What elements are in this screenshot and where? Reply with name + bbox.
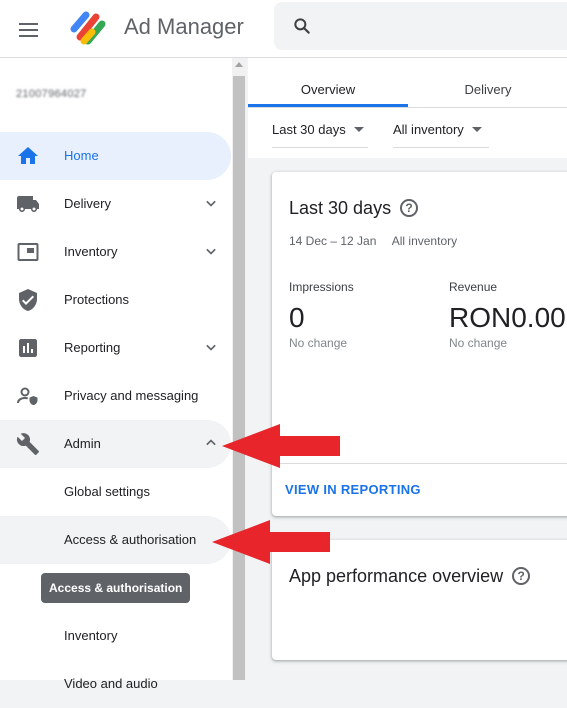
shield-icon [19,289,37,311]
sidebar-item-inventory[interactable]: Inventory [0,228,231,276]
sidebar-item-label: Inventory [64,244,118,259]
network-id: 21007964027 [16,88,87,100]
annotation-arrow-access [212,520,330,564]
metric-impressions: Impressions 0 No change [289,280,354,350]
sidebar-subitem-access-authorisation[interactable]: Access & authorisation [0,516,231,564]
chevron-down-icon[interactable] [201,193,221,213]
help-icon[interactable]: ? [512,567,531,585]
view-in-reporting-link[interactable]: VIEW IN REPORTING [285,482,421,497]
top-app-bar: Ad Manager [0,0,567,58]
metric-label: Impressions [289,280,354,294]
metric-value: 0 [289,302,305,333]
card-inventory: All inventory [391,234,458,248]
card-title: Last 30 days ? [289,198,419,219]
metric-change: No change [449,336,508,350]
app-title: Ad Manager [124,14,244,39]
tab-delivery[interactable]: Delivery [408,58,567,108]
sidebar-subitem-global-settings[interactable]: Global settings [0,468,231,516]
metric-revenue: Revenue RON0.00 No change [449,280,566,350]
sidebar-item-label: Home [64,148,99,163]
search-bar[interactable] [274,2,567,50]
scroll-up-arrow-icon[interactable] [235,62,243,67]
tab-bar: Overview Delivery [248,58,567,108]
home-icon [18,147,38,164]
sidebar-item-label: Reporting [64,340,121,355]
metric-value: RON0.00 [449,302,566,333]
sidebar-item-admin[interactable]: Admin [0,420,231,468]
card-title-text: App performance overview [289,566,504,586]
search-icon [294,18,310,34]
dropdown-caret-icon [471,127,482,132]
help-icon[interactable]: ? [400,199,419,217]
filter-bar: Last 30 days All inventory [248,108,567,158]
inventory-icon [17,243,39,261]
metric-change: No change [289,336,348,350]
sidebar-item-label: Privacy and messaging [64,388,199,403]
sidebar-item-protections[interactable]: Protections [0,276,231,324]
tooltip: Access & authorisation [41,573,191,603]
sidebar-item-privacy-and-messaging[interactable]: Privacy and messaging [0,372,231,420]
sidebar-item-label: Inventory [64,628,118,643]
sidebar-item-label: Access & authorisation [64,532,197,547]
sidebar-item-label: Global settings [64,484,150,499]
annotation-arrow-admin [222,424,340,468]
sidebar-item-label: Delivery [64,196,111,211]
sidebar-item-label: Video and audio [64,676,158,691]
date-range-value: Last 30 days [272,122,346,137]
sidebar-scrollbar-thumb[interactable] [233,76,245,680]
inventory-value: All inventory [393,122,464,137]
wrench-icon [16,433,39,455]
ad-manager-logo [70,11,106,45]
person-shield-icon [17,387,38,406]
card-title: App performance overview ? [289,566,531,587]
active-tab-indicator [248,104,408,107]
sidebar-item-delivery[interactable]: Delivery [0,180,231,228]
chevron-down-icon[interactable] [201,241,221,261]
date-span: 14 Dec – 12 Jan [289,234,377,248]
inventory-dropdown[interactable]: All inventory [393,122,489,148]
tab-overview[interactable]: Overview [248,58,408,108]
card-title-text: Last 30 days [289,198,392,218]
sidebar-subitem-inventory[interactable]: Inventory [0,612,231,660]
card-subtitle: 14 Dec – 12 Jan All inventory [289,234,457,248]
chevron-down-icon[interactable] [201,337,221,357]
chevron-up-icon[interactable] [201,433,221,453]
date-range-dropdown[interactable]: Last 30 days [272,122,368,148]
hamburger-menu-icon[interactable] [14,16,42,44]
truck-icon [17,196,39,212]
sidebar-subitem-video-and-audio[interactable]: Video and audio [0,660,231,708]
metric-label: Revenue [449,280,498,294]
sidebar-item-home[interactable]: Home [0,132,231,180]
bar-chart-icon [19,339,37,357]
sidebar-item-reporting[interactable]: Reporting [0,324,231,372]
dropdown-caret-icon [353,127,364,132]
sidebar-item-label: Admin [64,436,101,451]
sidebar-item-label: Protections [64,292,130,307]
main-content: Overview Delivery Last 30 days All inven… [248,58,567,680]
